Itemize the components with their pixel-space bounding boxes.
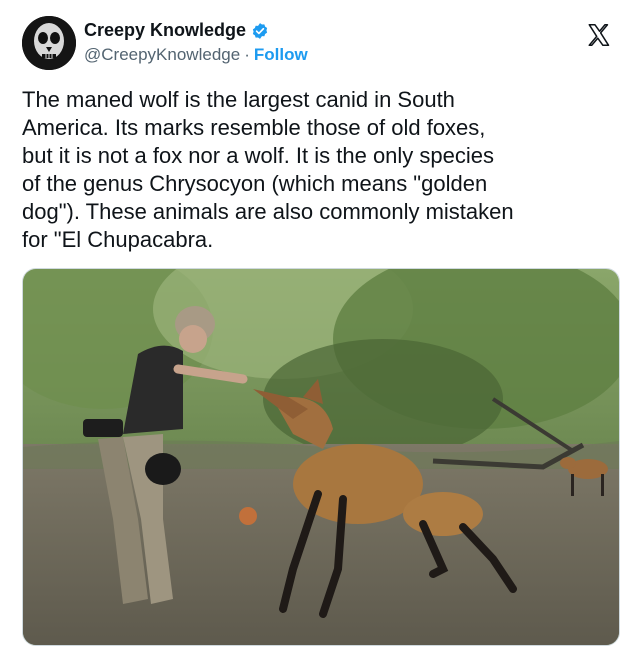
x-logo-icon[interactable] (586, 22, 612, 48)
handle-row: @CreepyKnowledge · Follow (84, 45, 308, 65)
tweet-header: Creepy Knowledge @CreepyKnowledge · Foll… (22, 14, 618, 74)
ball (239, 507, 257, 525)
maned-wolf-feeding-photo (23, 269, 619, 645)
tweet-photo[interactable] (22, 268, 620, 646)
verified-badge-icon (252, 22, 268, 39)
skull-avatar-image (22, 16, 76, 70)
tweet-card: Creepy Knowledge @CreepyKnowledge · Foll… (0, 0, 640, 654)
name-row: Creepy Knowledge (84, 20, 308, 41)
avatar[interactable] (22, 16, 76, 70)
follow-button[interactable]: Follow (254, 45, 308, 65)
separator: · (244, 45, 250, 64)
display-name[interactable]: Creepy Knowledge (84, 20, 246, 41)
tweet-text: The maned wolf is the largest canid in S… (22, 87, 514, 252)
handle[interactable]: @CreepyKnowledge (84, 45, 240, 65)
account-info: Creepy Knowledge @CreepyKnowledge · Foll… (84, 20, 308, 65)
